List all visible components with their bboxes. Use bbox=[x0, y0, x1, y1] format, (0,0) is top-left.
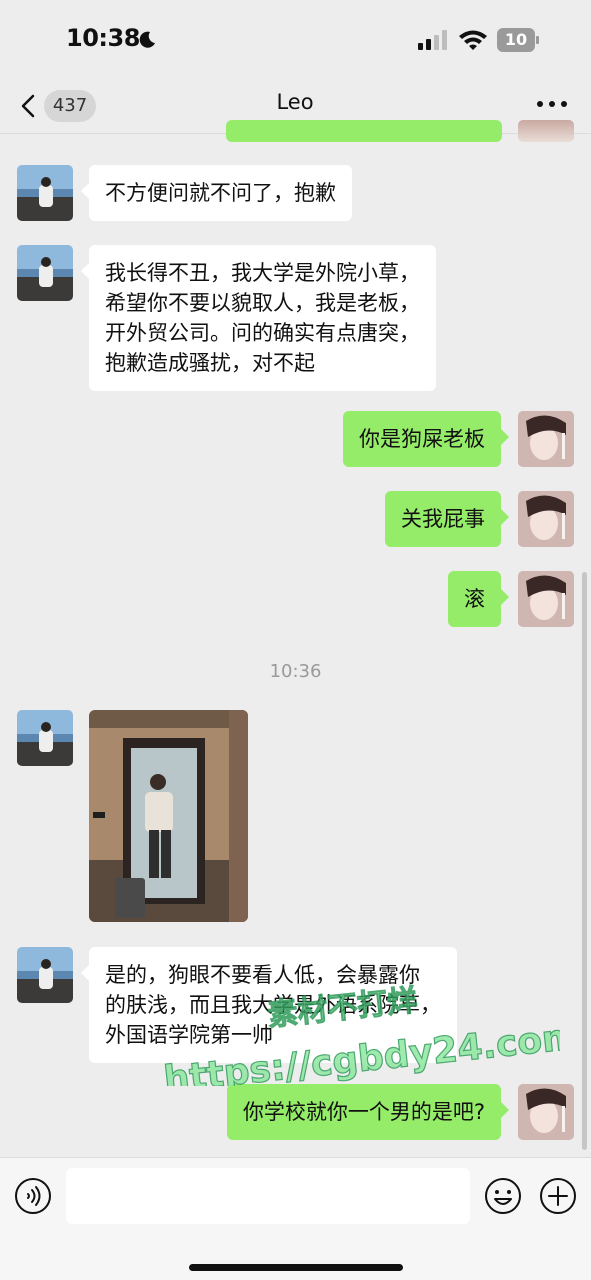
status-bar: 10:38 10 bbox=[0, 0, 591, 80]
incoming-message[interactable]: 我长得不丑，我大学是外院小草， 希望你不要以貌取人，我是老板， 开外贸公司。问的… bbox=[81, 245, 436, 391]
outgoing-message[interactable]: 滚 bbox=[448, 571, 509, 627]
back-button[interactable]: 437 bbox=[18, 88, 100, 124]
emoji-icon[interactable] bbox=[484, 1177, 522, 1215]
battery-level: 10 bbox=[504, 30, 528, 49]
chat-title: Leo bbox=[276, 90, 314, 114]
contact-avatar[interactable] bbox=[17, 245, 73, 301]
my-avatar[interactable] bbox=[518, 491, 574, 547]
my-avatar[interactable] bbox=[518, 411, 574, 467]
incoming-message[interactable]: 不方便问就不问了，抱歉 bbox=[81, 165, 352, 221]
avatar[interactable] bbox=[518, 120, 574, 142]
contact-avatar[interactable] bbox=[17, 165, 73, 221]
outgoing-message[interactable]: 你学校就你一个男的是吧? bbox=[226, 1084, 510, 1140]
signal-icon bbox=[418, 30, 447, 50]
message-input[interactable] bbox=[66, 1168, 470, 1224]
contact-avatar[interactable] bbox=[17, 947, 73, 1003]
message-timestamp: 10:36 bbox=[269, 661, 322, 682]
previous-outgoing-bubble[interactable] bbox=[226, 120, 502, 142]
battery-icon: 10 bbox=[497, 28, 539, 52]
moon-icon bbox=[139, 31, 155, 48]
photo-message[interactable] bbox=[89, 710, 248, 922]
plus-icon[interactable] bbox=[539, 1177, 577, 1215]
home-indicator[interactable] bbox=[189, 1264, 403, 1271]
outgoing-message[interactable]: 你是狗屎老板 bbox=[343, 411, 509, 467]
battery-tip bbox=[536, 36, 539, 44]
my-avatar[interactable] bbox=[518, 571, 574, 627]
more-icon[interactable] bbox=[535, 94, 569, 114]
scrollbar[interactable] bbox=[582, 572, 587, 1150]
status-time: 10:38 bbox=[66, 24, 140, 52]
back-chevron-icon bbox=[21, 94, 35, 118]
wifi-icon bbox=[459, 30, 487, 50]
input-bar bbox=[0, 1157, 591, 1280]
incoming-message[interactable]: 是的，狗眼不要看人低，会暴露你 的肤浅，而且我大学是外语系院草， 外国语学院第一… bbox=[81, 947, 457, 1063]
voice-icon[interactable] bbox=[14, 1177, 52, 1215]
my-avatar[interactable] bbox=[518, 1084, 574, 1140]
outgoing-message[interactable]: 关我屁事 bbox=[385, 491, 509, 547]
unread-count-badge: 437 bbox=[44, 90, 96, 122]
contact-avatar[interactable] bbox=[17, 710, 73, 766]
